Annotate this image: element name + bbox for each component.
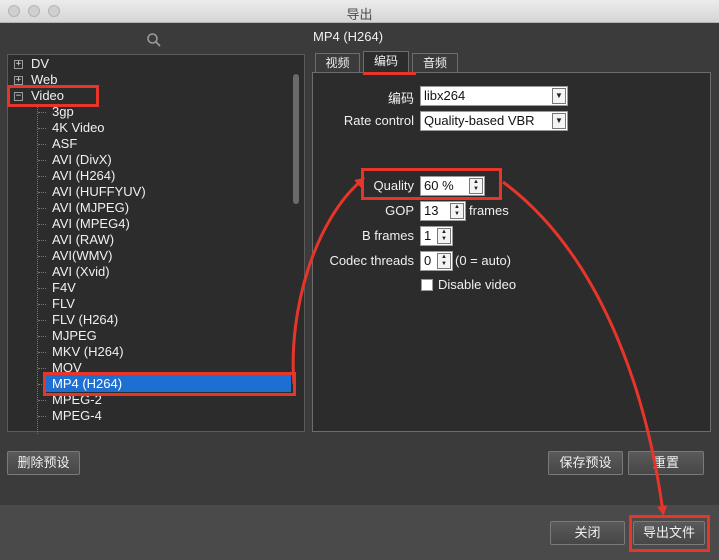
tree-scrollbar[interactable] [293, 74, 299, 204]
highlight-video [7, 85, 99, 107]
tree-item[interactable]: F4V [52, 280, 76, 296]
tree-item[interactable]: ASF [52, 136, 77, 152]
tree-guide-branch [38, 208, 46, 209]
spin-up-icon[interactable]: ▲ [438, 229, 450, 236]
tree-item[interactable]: AVI (MJPEG) [52, 200, 129, 216]
tree-item[interactable]: AVI (Xvid) [52, 264, 110, 280]
tree-guide-branch [38, 336, 46, 337]
tree-guide-branch [38, 160, 46, 161]
tree-guide-branch [38, 224, 46, 225]
tree-item[interactable]: FLV [52, 296, 75, 312]
codec-select[interactable]: libx264 ▼ [420, 86, 568, 106]
save-preset-button[interactable]: 保存预设 [548, 451, 623, 475]
tree-item[interactable]: FLV (H264) [52, 312, 118, 328]
bframes-value: 1 [424, 228, 432, 243]
close-button[interactable]: 关闭 [550, 521, 625, 545]
tree-item[interactable]: AVI (DivX) [52, 152, 112, 168]
tree-item[interactable]: MPEG-4 [52, 408, 102, 424]
rate-control-value: Quality-based VBR [424, 113, 535, 128]
gop-value: 13 [424, 203, 439, 218]
rate-control-select[interactable]: Quality-based VBR ▼ [420, 111, 568, 131]
spin-buttons[interactable]: ▲ ▼ [437, 228, 451, 244]
title-bar: 导出 [0, 0, 719, 23]
tree-guide-branch [38, 352, 46, 353]
window-title: 导出 [346, 7, 373, 22]
tree-item[interactable]: MKV (H264) [52, 344, 124, 360]
tree-guide-branch [38, 416, 46, 417]
tree-guide-branch [38, 256, 46, 257]
reset-button[interactable]: 重置 [628, 451, 704, 475]
spin-down-icon[interactable]: ▼ [451, 211, 463, 218]
expand-icon[interactable]: + [14, 60, 23, 69]
spin-buttons[interactable]: ▲ ▼ [437, 253, 451, 269]
search-icon[interactable] [146, 32, 162, 48]
disable-video-label: Disable video [438, 277, 517, 292]
tree-item[interactable]: AVI (HUFFYUV) [52, 184, 146, 200]
tree-item[interactable]: AVI (RAW) [52, 232, 114, 248]
codec-value: libx264 [424, 88, 466, 103]
tree-guide-branch [38, 288, 46, 289]
tree-item[interactable]: AVI (MPEG4) [52, 216, 130, 232]
gop-spinbox[interactable]: 13 ▲ ▼ [420, 201, 466, 221]
delete-preset-button[interactable]: 删除预设 [7, 451, 80, 475]
tree-item[interactable]: AVI (H264) [52, 168, 115, 184]
expand-icon[interactable]: + [14, 76, 23, 85]
bframes-label: B frames [361, 228, 414, 243]
bframes-spinbox[interactable]: 1 ▲ ▼ [420, 226, 453, 246]
tree-guide-branch [38, 368, 46, 369]
tree-guide-branch [38, 112, 46, 113]
tree-guide-branch [38, 192, 46, 193]
spin-up-icon[interactable]: ▲ [438, 254, 450, 261]
tree-guide-branch [38, 320, 46, 321]
highlight-quality [361, 168, 502, 200]
tree-guide-branch [38, 144, 46, 145]
highlight-export [629, 515, 710, 552]
tree-item[interactable]: MJPEG [52, 328, 97, 344]
tree-item[interactable]: 4K Video [52, 120, 105, 136]
gop-label: GOP [385, 203, 414, 218]
tree-item-label: DV [31, 56, 50, 71]
chevron-down-icon[interactable]: ▼ [552, 88, 566, 104]
tree-guide-branch [38, 240, 46, 241]
tree-guide-branch [38, 304, 46, 305]
spin-down-icon[interactable]: ▼ [438, 236, 450, 243]
codec-threads-value: 0 [424, 253, 432, 268]
codec-threads-spinbox[interactable]: 0 ▲ ▼ [420, 251, 453, 271]
tree-guide-branch [38, 176, 46, 177]
tree-guide-branch [38, 400, 46, 401]
highlight-mp4 [43, 372, 296, 396]
tab-video[interactable]: 视频 [315, 53, 360, 72]
codec-threads-hint: (0 = auto) [455, 253, 512, 268]
spin-buttons[interactable]: ▲ ▼ [450, 203, 464, 219]
chevron-down-icon[interactable]: ▼ [552, 113, 566, 129]
format-title: MP4 (H264) [313, 29, 384, 44]
tab-audio[interactable]: 音频 [412, 53, 458, 72]
codec-threads-label: Codec threads [329, 253, 414, 268]
spin-up-icon[interactable]: ▲ [451, 204, 463, 211]
codec-label: 编码 [387, 91, 414, 106]
tree-guide-branch [38, 272, 46, 273]
spin-down-icon[interactable]: ▼ [438, 261, 450, 268]
tree-guide-branch [38, 128, 46, 129]
rate-control-label: Rate control [343, 113, 414, 128]
gop-unit: frames [469, 203, 509, 218]
tree-item[interactable]: AVI(WMV) [52, 248, 112, 264]
disable-video-checkbox[interactable] [421, 279, 433, 291]
highlight-encoding-tab [363, 55, 416, 75]
